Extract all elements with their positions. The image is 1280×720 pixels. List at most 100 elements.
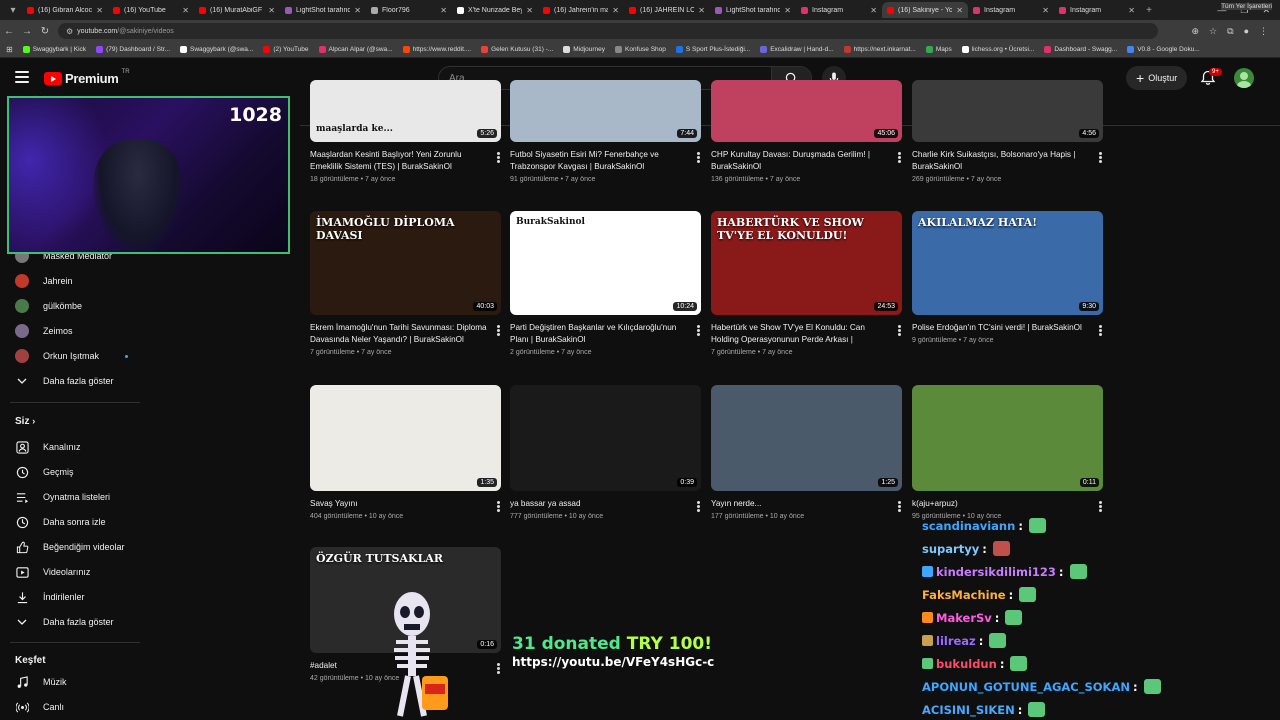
- video-card[interactable]: 1:25 Yayın nerde... 177 görüntüleme • 10 a…: [711, 385, 902, 520]
- sidebar-item[interactable]: İndirilenler: [0, 586, 145, 608]
- tab-close-icon[interactable]: ✕: [96, 6, 103, 15]
- more-options-icon[interactable]: [898, 152, 901, 163]
- sidebar-item[interactable]: Kanalınız: [0, 436, 145, 458]
- video-title[interactable]: Futbol Siyasetin Esiri Mi? Fenerbahçe ve…: [510, 149, 701, 173]
- video-title[interactable]: Parti Değiştiren Başkanlar ve Kılıçdaroğ…: [510, 322, 701, 346]
- show-more-subscriptions[interactable]: Daha fazla göster: [0, 370, 145, 392]
- bookmark-item[interactable]: Swaggybark (@swa...: [180, 46, 253, 53]
- tab-close-icon[interactable]: ✕: [182, 6, 189, 15]
- forward-icon[interactable]: →: [18, 26, 36, 37]
- video-card[interactable]: 4:56 Charlie Kirk Suikastçısı, Bolsonaro'…: [912, 80, 1103, 183]
- video-title[interactable]: Maaşlardan Kesinti Başlıyor! Yeni Zorunl…: [310, 149, 501, 173]
- sidebar-item[interactable]: Canlı: [0, 696, 145, 718]
- tab-close-icon[interactable]: ✕: [784, 6, 791, 15]
- bookmark-item[interactable]: V0.8 - Google Doku...: [1127, 46, 1200, 53]
- subscription-item[interactable]: gülkömbe: [0, 295, 145, 317]
- youtube-logo[interactable]: Premium TR: [44, 69, 130, 86]
- video-thumbnail[interactable]: 45:06: [711, 80, 902, 142]
- video-thumbnail[interactable]: 1:25: [711, 385, 902, 491]
- video-thumbnail[interactable]: 0:11: [912, 385, 1103, 491]
- browser-tab[interactable]: (16) Gibran Alcoce ✕: [22, 2, 108, 18]
- subscription-item[interactable]: Zeimos: [0, 320, 145, 342]
- browser-tab[interactable]: (16) JAHREIN LOBİ✕: [624, 2, 710, 18]
- bookmark-star-icon[interactable]: ☆: [1209, 26, 1217, 37]
- video-thumbnail[interactable]: BurakSakinol 10:24: [510, 211, 701, 315]
- sidebar-item[interactable]: Beğendiğim videolar: [0, 536, 145, 558]
- sidebar-item[interactable]: Videolarınız: [0, 561, 145, 583]
- browser-tab[interactable]: LightShot tarafından✕: [710, 2, 796, 18]
- video-title[interactable]: Polise Erdoğan'ın TC'sini verdi! | Burak…: [912, 322, 1103, 334]
- tab-close-icon[interactable]: ✕: [1042, 6, 1049, 15]
- more-options-icon[interactable]: [1099, 501, 1102, 512]
- more-options-icon[interactable]: [497, 663, 500, 674]
- bookmark-item[interactable]: Swaggybark | Kick: [22, 46, 86, 53]
- video-card[interactable]: İMAMOĞLU DİPLOMA DAVASI 40:03 Ekrem İmamoğ…: [310, 211, 501, 356]
- more-options-icon[interactable]: [697, 325, 700, 336]
- video-card[interactable]: BurakSakinol 10:24 Parti Değiştiren Başkan…: [510, 211, 701, 356]
- browser-tab[interactable]: X'te Nurizade Bey: ✕: [452, 2, 538, 18]
- browser-tab[interactable]: Instagram ✕: [1054, 2, 1140, 18]
- tab-close-icon[interactable]: ✕: [870, 6, 877, 15]
- browser-tab[interactable]: (16) MuratAbiGF D ✕: [194, 2, 280, 18]
- browser-tab[interactable]: (16) Jahrein'in maç ✕: [538, 2, 624, 18]
- tab-close-icon[interactable]: ✕: [698, 6, 705, 15]
- video-thumbnail[interactable]: HABERTÜRK VE SHOW TV'YE EL KONULDU! 24:53: [711, 211, 902, 315]
- more-options-icon[interactable]: [898, 501, 901, 512]
- more-options-icon[interactable]: [497, 152, 500, 163]
- browser-tab[interactable]: (16) YouTube ✕: [108, 2, 194, 18]
- browser-tab[interactable]: Instagram ✕: [968, 2, 1054, 18]
- bookmark-item[interactable]: https://www.reddit....: [402, 46, 471, 53]
- reload-icon[interactable]: ↻: [36, 26, 54, 37]
- browser-tab[interactable]: Instagram ✕: [796, 2, 882, 18]
- browser-menu-icon[interactable]: ⋮: [1259, 26, 1268, 37]
- zoom-icon[interactable]: ⊕: [1192, 26, 1200, 37]
- account-avatar[interactable]: [1234, 68, 1254, 88]
- bookmark-item[interactable]: Excalidraw | Hand-d...: [760, 46, 834, 53]
- subscription-item[interactable]: Jahrein: [0, 270, 145, 292]
- tab-close-icon[interactable]: ✕: [956, 6, 963, 15]
- video-title[interactable]: Charlie Kirk Suikastçısı, Bolsonaro'ya H…: [912, 149, 1103, 173]
- profile-icon[interactable]: ●: [1244, 26, 1249, 37]
- more-options-icon[interactable]: [898, 325, 901, 336]
- bookmark-item[interactable]: lichess.org • Ücretsi...: [961, 46, 1034, 53]
- bookmark-item[interactable]: (79) Dashboard / Str...: [96, 46, 170, 53]
- tab-close-icon[interactable]: ✕: [440, 6, 447, 15]
- bookmark-item[interactable]: Dashboard - Swagg...: [1044, 46, 1117, 53]
- video-thumbnail[interactable]: 0:39: [510, 385, 701, 491]
- browser-tab[interactable]: Floor796 ✕: [366, 2, 452, 18]
- video-thumbnail[interactable]: maaşlarda ke... 5:26: [310, 80, 501, 142]
- tab-close-icon[interactable]: ✕: [1128, 6, 1135, 15]
- video-card[interactable]: HABERTÜRK VE SHOW TV'YE EL KONULDU! 24:53…: [711, 211, 902, 356]
- more-options-icon[interactable]: [497, 501, 500, 512]
- sidebar-item[interactable]: Oynatma listeleri: [0, 486, 145, 508]
- bookmark-item[interactable]: Midjourney: [563, 46, 605, 53]
- bookmark-item[interactable]: Maps: [925, 46, 952, 53]
- sidebar-item[interactable]: Daha sonra izle: [0, 511, 145, 533]
- video-title[interactable]: Habertürk ve Show TV'ye El Konuldu: Can …: [711, 322, 902, 346]
- more-options-icon[interactable]: [1099, 325, 1102, 336]
- subscription-item[interactable]: Orkun Işıtmak: [0, 345, 145, 367]
- tab-close-icon[interactable]: ✕: [526, 6, 533, 15]
- video-card[interactable]: 45:06 CHP Kurultay Davası: Duruşmada Geri…: [711, 80, 902, 183]
- bookmark-item[interactable]: Konfuse Shop: [615, 46, 666, 53]
- video-thumbnail[interactable]: 4:56: [912, 80, 1103, 142]
- tab-search-icon[interactable]: ▾: [4, 3, 22, 17]
- tab-close-icon[interactable]: ✕: [268, 6, 275, 15]
- browser-tab[interactable]: LightShot tarafından✕: [280, 2, 366, 18]
- site-info-icon[interactable]: ⚙: [66, 27, 73, 36]
- you-heading[interactable]: Siz ›: [15, 416, 35, 427]
- more-options-icon[interactable]: [497, 325, 500, 336]
- create-button[interactable]: + Oluştur: [1126, 66, 1188, 90]
- video-card[interactable]: maaşlarda ke... 5:26 Maaşlardan Kesinti Ba…: [310, 80, 501, 183]
- video-thumbnail[interactable]: 7:44: [510, 80, 701, 142]
- video-card[interactable]: 7:44 Futbol Siyasetin Esiri Mi? Fenerbahç…: [510, 80, 701, 183]
- all-bookmarks-link[interactable]: Tüm Yer İşaretleri: [1221, 3, 1272, 10]
- browser-tab[interactable]: (16) Sakiniye - YouT✕: [882, 2, 968, 18]
- video-title[interactable]: Ekrem İmamoğlu'nun Tarihi Savunması: Dip…: [310, 322, 501, 346]
- tab-close-icon[interactable]: ✕: [612, 6, 619, 15]
- video-title[interactable]: ya bassar ya assad: [510, 498, 701, 510]
- video-thumbnail[interactable]: AKILALMAZ HATA! 9:30: [912, 211, 1103, 315]
- new-tab-button[interactable]: +: [1140, 3, 1158, 17]
- sidebar-item[interactable]: Geçmiş: [0, 461, 145, 483]
- more-options-icon[interactable]: [697, 501, 700, 512]
